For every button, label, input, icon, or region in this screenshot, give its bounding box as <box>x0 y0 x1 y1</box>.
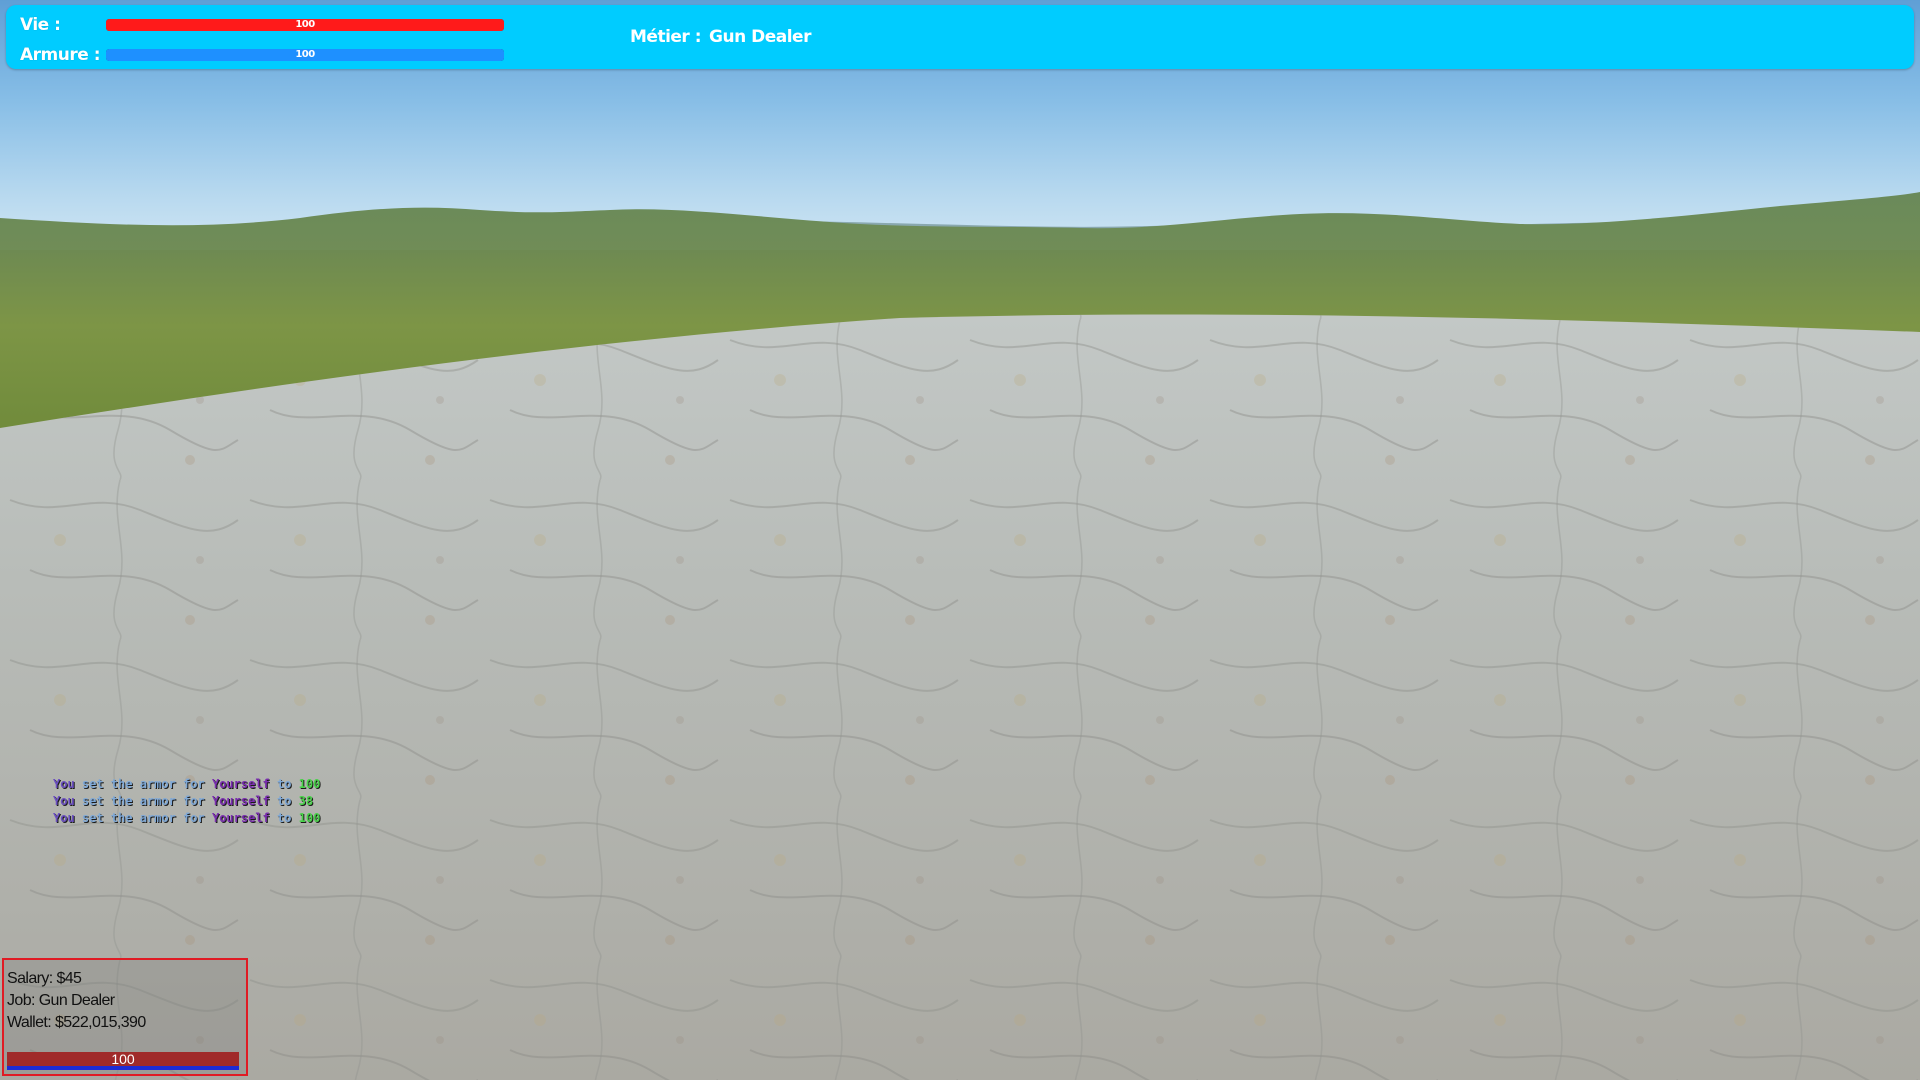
armor-bar: 100 <box>106 49 504 61</box>
health-value: 100 <box>295 19 315 30</box>
job-value: Gun Dealer <box>709 27 811 47</box>
chat-value: 38 <box>298 794 314 808</box>
job-display: Métier : Gun Dealer <box>630 27 811 47</box>
health-bar: 100 <box>106 19 504 31</box>
chat-actor: You <box>53 777 75 791</box>
chat-to: to <box>269 811 299 825</box>
chat-target: Yourself <box>211 777 270 791</box>
chat-to: to <box>269 777 299 791</box>
job-text: Job: Gun Dealer <box>7 992 115 1009</box>
player-info-box: Salary: $45 Job: Gun Dealer Wallet: $522… <box>2 958 248 1076</box>
chat-text: set the armor for <box>74 777 212 791</box>
chat-target: Yourself <box>211 811 270 825</box>
chat-log: You set the armor for Yourself to 100 Yo… <box>53 776 320 827</box>
chat-value: 100 <box>298 777 321 791</box>
armor-row: Armure : 100 <box>20 42 504 68</box>
chat-text: set the armor for <box>74 811 212 825</box>
job-label: Métier : <box>630 27 702 47</box>
chat-to: to <box>269 794 299 808</box>
chat-target: Yourself <box>211 794 270 808</box>
chat-line: You set the armor for Yourself to 38 <box>53 793 320 810</box>
chat-value: 100 <box>298 811 321 825</box>
game-viewport: Vie : 100 Armure : 100 Métier : Gun Deale… <box>0 0 1920 1080</box>
chat-line: You set the armor for Yourself to 100 <box>53 810 320 827</box>
health-label: Vie : <box>20 15 61 35</box>
salary-text: Salary: $45 <box>7 970 82 987</box>
wallet-text: Wallet: $522,015,390 <box>7 1014 146 1031</box>
armor-value: 100 <box>295 49 315 60</box>
info-health-bar: 100 <box>7 1052 239 1070</box>
health-row: Vie : 100 <box>20 12 504 38</box>
info-health-value: 100 <box>111 1051 135 1067</box>
hud-top-bar: Vie : 100 Armure : 100 Métier : Gun Deale… <box>6 5 1914 69</box>
armor-label: Armure : <box>20 45 101 65</box>
chat-text: set the armor for <box>74 794 212 808</box>
chat-line: You set the armor for Yourself to 100 <box>53 776 320 793</box>
world-terrain <box>0 192 1920 1080</box>
chat-actor: You <box>53 811 75 825</box>
chat-actor: You <box>53 794 75 808</box>
